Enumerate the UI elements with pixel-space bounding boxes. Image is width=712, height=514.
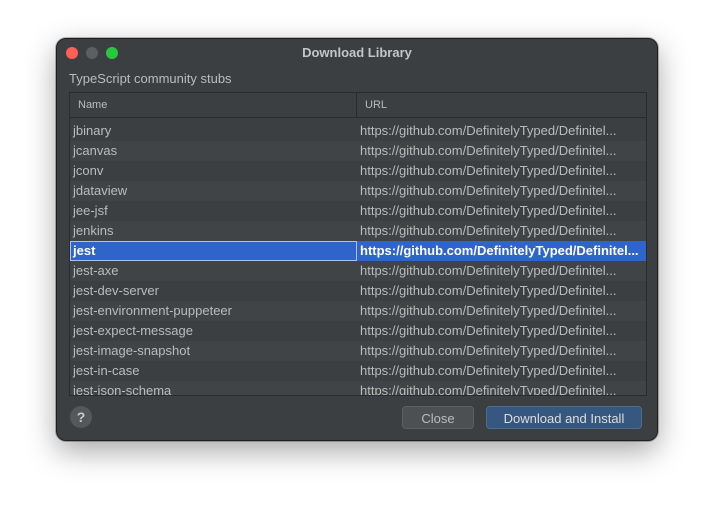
row-name-cell: jdataview — [73, 183, 128, 198]
table-row[interactable]: jest-environment-puppeteer https://github… — [70, 301, 646, 321]
title-bar: Download Library — [57, 39, 657, 67]
close-button[interactable]: Close — [402, 406, 474, 429]
row-url-cell: https://github.com/DefinitelyTyped/Defin… — [360, 383, 617, 396]
table-row[interactable]: jest-axe https://github.com/DefinitelyTyp… — [70, 261, 646, 281]
row-url-cell: https://github.com/DefinitelyTyped/Defin… — [360, 283, 617, 298]
row-url-cell: https://github.com/DefinitelyTyped/Defin… — [360, 123, 617, 138]
row-name-cell: jest-axe — [73, 263, 119, 278]
table-row[interactable]: jee-jsf https://github.com/DefinitelyType… — [70, 201, 646, 221]
download-and-install-button[interactable]: Download and Install — [486, 406, 642, 429]
table-row[interactable]: jbinary https://github.com/DefinitelyType… — [70, 121, 646, 141]
column-header-name[interactable]: Name — [70, 93, 357, 117]
row-name-cell: jconv — [73, 163, 104, 178]
table-row[interactable]: jcanvas https://github.com/DefinitelyType… — [70, 141, 646, 161]
table-row[interactable]: jdataview https://github.com/DefinitelyTy… — [70, 181, 646, 201]
row-name-cell: jenkins — [73, 223, 114, 238]
table-row[interactable]: jconv https://github.com/DefinitelyTyped/… — [70, 161, 646, 181]
row-url-cell: https://github.com/DefinitelyTyped/Defin… — [360, 223, 617, 238]
download-library-dialog: Download Library TypeScript community st… — [56, 38, 658, 441]
row-name-cell: jee-jsf — [73, 203, 108, 218]
row-name-cell: jest-in-case — [73, 363, 140, 378]
row-name-cell: jest — [70, 241, 357, 261]
table-row[interactable]: jenkins https://github.com/DefinitelyType… — [70, 221, 646, 241]
row-url-cell: https://github.com/DefinitelyTyped/Defin… — [360, 263, 617, 278]
table-header: Name URL — [70, 93, 646, 118]
table-row[interactable]: jest-in-case https://github.com/Definitel… — [70, 361, 646, 381]
table-row[interactable]: jest https://github.com/DefinitelyTyped/D… — [70, 241, 646, 261]
row-url-cell: https://github.com/DefinitelyTyped/Defin… — [360, 163, 617, 178]
row-name-cell: jest-json-schema — [73, 383, 172, 396]
row-name-cell: jest-environment-puppeteer — [73, 303, 232, 318]
table-body: jbinary https://github.com/DefinitelyType… — [70, 121, 646, 395]
table-row[interactable]: jest-json-schema https://github.com/Defin… — [70, 381, 646, 396]
row-name-cell: jbinary — [73, 123, 112, 138]
row-url-cell: https://github.com/DefinitelyTyped/Defin… — [360, 323, 617, 338]
table-row[interactable]: jest-dev-server https://github.com/Defini… — [70, 281, 646, 301]
dialog-title: Download Library — [302, 45, 412, 60]
row-url-cell: https://github.com/DefinitelyTyped/Defin… — [360, 303, 617, 318]
library-table: Name URL jbinary https://github.com/Defin… — [69, 92, 647, 396]
row-url-cell: https://github.com/DefinitelyTyped/Defin… — [360, 363, 617, 378]
row-name-cell: jcanvas — [73, 143, 118, 158]
row-url-cell: https://github.com/DefinitelyTyped/Defin… — [360, 183, 617, 198]
dialog-subtitle: TypeScript community stubs — [69, 71, 232, 86]
row-name-cell: jest-image-snapshot — [73, 343, 191, 358]
row-name-cell: jest-expect-message — [73, 323, 193, 338]
column-header-url[interactable]: URL — [357, 93, 646, 117]
help-icon[interactable]: ? — [70, 406, 92, 428]
table-row[interactable]: jest-expect-message https://github.com/De… — [70, 321, 646, 341]
row-url-cell: https://github.com/DefinitelyTyped/Defin… — [360, 343, 617, 358]
row-url-cell: https://github.com/DefinitelyTyped/Defin… — [360, 203, 617, 218]
row-url-cell: https://github.com/DefinitelyTyped/Defin… — [360, 143, 617, 158]
table-row[interactable]: jest-image-snapshot https://github.com/De… — [70, 341, 646, 361]
row-url-cell: https://github.com/DefinitelyTyped/Defin… — [360, 243, 639, 258]
row-name-cell: jest-dev-server — [73, 283, 159, 298]
